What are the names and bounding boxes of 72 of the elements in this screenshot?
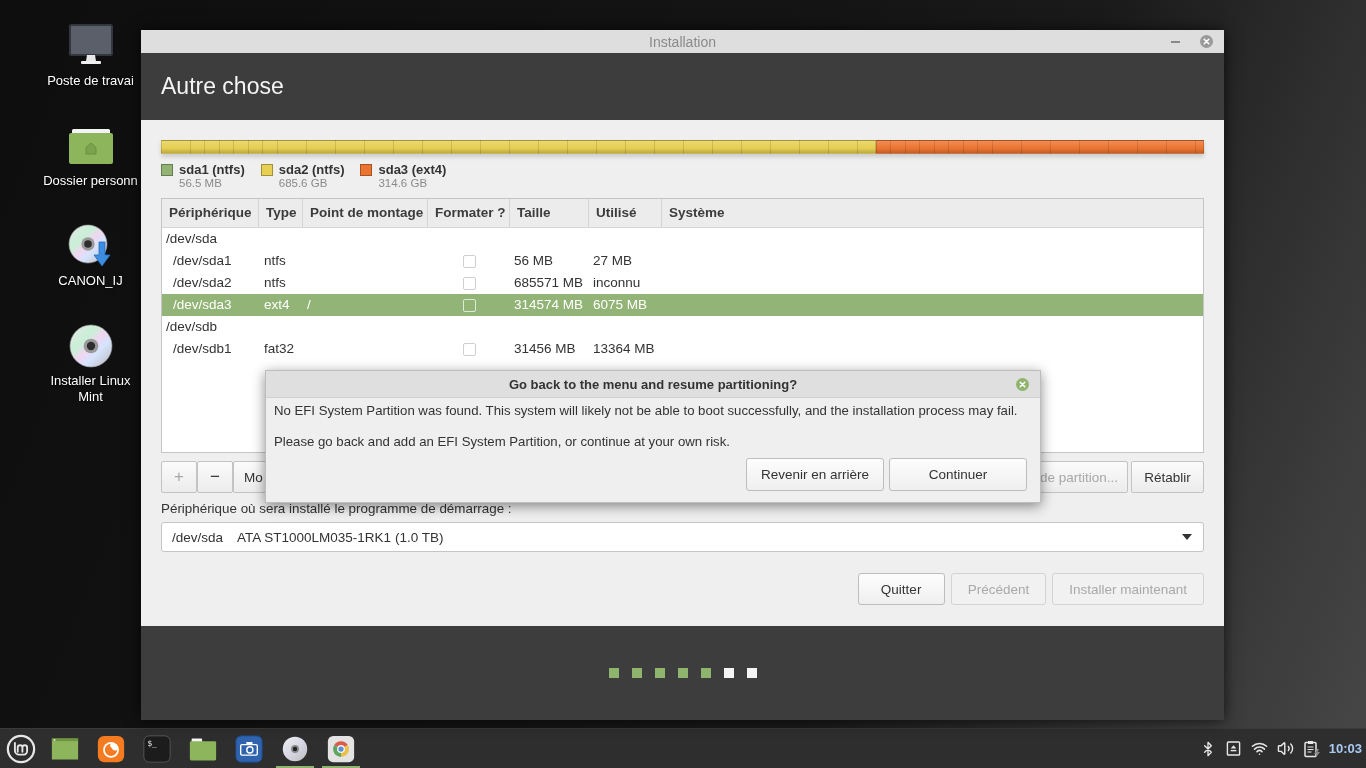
- action-button[interactable]: Quitter: [857, 573, 945, 605]
- table-cell: ntfs: [264, 274, 286, 292]
- window-title: Installation: [649, 33, 716, 50]
- table-row[interactable]: /dev/sdb1 fat32 31456 MB 13364 MB: [162, 338, 1203, 360]
- table-row[interactable]: /dev/sda2 ntfs 685571 MB inconnu: [162, 272, 1203, 294]
- table-cell: /dev/sda: [166, 230, 218, 248]
- partition-name: sda3 (ext4): [378, 163, 447, 177]
- partition-name: sda2 (ntfs): [278, 163, 345, 177]
- table-cell: /dev/sdb: [166, 318, 218, 336]
- table-cell: 6075 MB: [593, 296, 648, 314]
- format-checkbox[interactable]: [462, 254, 476, 268]
- partition-size: 685.6 GB: [278, 177, 329, 190]
- camera-icon[interactable]: [235, 734, 263, 763]
- format-checkbox[interactable]: [462, 276, 476, 290]
- partition-size: 314.6 GB: [378, 177, 429, 190]
- dialog-title: Go back to the menu and resume partitioning?: [508, 376, 798, 392]
- table-cell: 31456 MB: [514, 340, 576, 358]
- dialog-button[interactable]: Continuer: [889, 458, 1027, 491]
- dialog-button[interactable]: Revenir en arrière: [746, 458, 884, 491]
- column-header[interactable]: Point de montage: [303, 199, 428, 227]
- clock-time[interactable]: 10:03: [1328, 741, 1362, 756]
- disc-icon[interactable]: [281, 734, 309, 763]
- toolbar-button[interactable]: −: [197, 461, 233, 493]
- toolbar-button[interactable]: Mo: [233, 461, 266, 493]
- table-cell: 56 MB: [514, 252, 554, 270]
- page-title: Autre chose: [161, 73, 284, 100]
- table-row[interactable]: /dev/sda1 ntfs 56 MB 27 MB: [162, 250, 1203, 272]
- desktop-icon-label[interactable]: Dossier personn: [43, 173, 138, 189]
- table-cell: /dev/sda2: [173, 274, 232, 292]
- table-cell: /dev/sda1: [173, 252, 232, 270]
- table-cell: 13364 MB: [593, 340, 655, 358]
- column-header[interactable]: Taille: [510, 199, 589, 227]
- table-cell: ext4: [264, 296, 290, 314]
- clipboard-bolt-icon[interactable]: [1302, 739, 1321, 758]
- table-row[interactable]: /dev/sda: [162, 228, 1203, 250]
- partition-size: 56.5 MB: [179, 177, 223, 190]
- color-wheel-icon[interactable]: [327, 734, 355, 763]
- fox-browser-icon[interactable]: [97, 734, 125, 763]
- table-cell: inconnu: [593, 274, 641, 292]
- bootloader-label: Périphérique où sera installé le programme de démarrage :: [161, 502, 513, 516]
- wifi-icon[interactable]: [1251, 740, 1269, 757]
- table-cell: /dev/sda3: [173, 296, 232, 314]
- table-cell: 314574 MB: [514, 296, 584, 314]
- eject-icon[interactable]: [1226, 741, 1242, 756]
- caret-icon: [1182, 534, 1192, 540]
- format-checkbox[interactable]: [462, 342, 476, 356]
- bootloader-select[interactable]: /dev/sda ATA ST1000LM035-1RK1 (1.0 TB): [161, 522, 1204, 552]
- terminal-icon[interactable]: $_: [143, 734, 171, 763]
- partition-name: sda1 (ntfs): [179, 163, 245, 177]
- close-icon[interactable]: [1200, 35, 1213, 48]
- column-header[interactable]: Type: [259, 199, 303, 227]
- column-header[interactable]: Utilisé: [589, 199, 662, 227]
- dialog-message: Please go back and add an EFI System Partition, or continue at your own risk.: [274, 435, 731, 449]
- table-cell: /dev/sdb1: [173, 340, 232, 358]
- table-cell: fat32: [264, 340, 295, 358]
- toolbar-button[interactable]: Rétablir: [1131, 461, 1204, 493]
- desktop-icon-label[interactable]: Poste de travai: [47, 73, 134, 89]
- column-header[interactable]: Système: [662, 199, 1203, 227]
- table-cell: 27 MB: [593, 252, 633, 270]
- desktop-icon-label[interactable]: Installer Linux Mint: [40, 373, 141, 405]
- table-cell: 685571 MB: [514, 274, 584, 292]
- column-header[interactable]: Périphérique: [162, 199, 259, 227]
- desktop-icon-label[interactable]: CANON_IJ: [58, 273, 123, 289]
- minimize-icon[interactable]: [1171, 40, 1180, 43]
- column-header[interactable]: Formater ?: [428, 199, 510, 227]
- table-cell: /: [307, 296, 311, 314]
- table-row[interactable]: /dev/sdb: [162, 316, 1203, 338]
- disc-icon[interactable]: [66, 322, 115, 370]
- table-cell: ntfs: [264, 252, 286, 270]
- menu-logo-icon[interactable]: [6, 733, 36, 764]
- dialog-message: No EFI System Partition was found. This system will likely not be able to boot successfully, and the installation process may fail.: [274, 404, 1019, 418]
- volume-icon[interactable]: [1277, 740, 1295, 757]
